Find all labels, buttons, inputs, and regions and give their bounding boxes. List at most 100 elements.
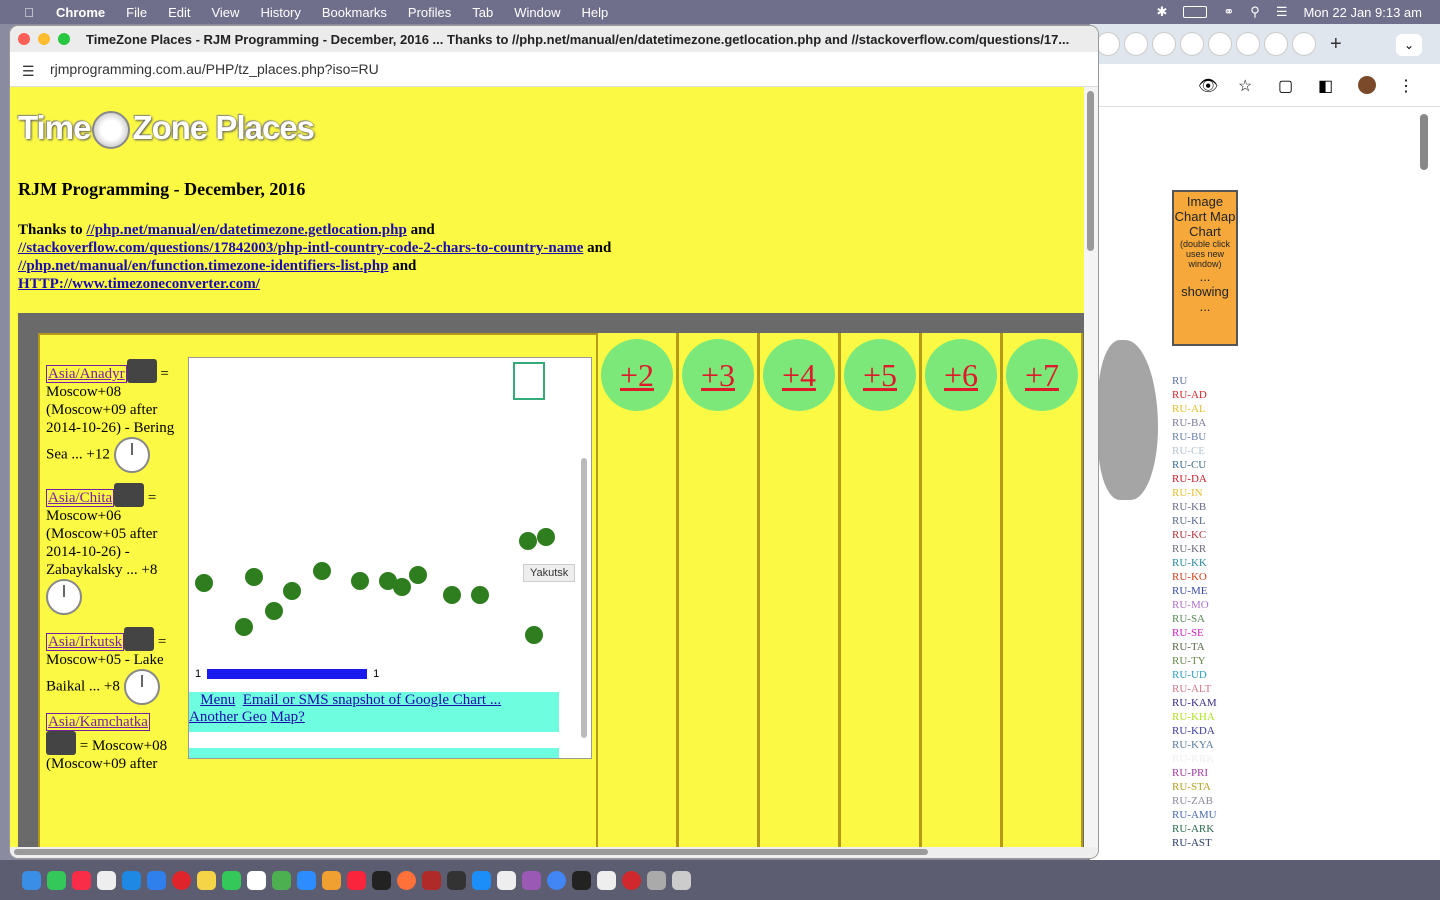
- music-icon[interactable]: [72, 870, 91, 890]
- iso-code-item[interactable]: RU-ALT: [1172, 682, 1217, 696]
- notes-icon[interactable]: [197, 870, 216, 890]
- place-link-kamchatka[interactable]: Asia/Kamchatka: [46, 713, 150, 731]
- map-marker[interactable]: [283, 582, 301, 600]
- clock-icon[interactable]: [46, 579, 82, 615]
- more-menu-icon[interactable]: ⋮: [1398, 76, 1416, 95]
- map-marker[interactable]: [265, 602, 283, 620]
- menu-app-chrome[interactable]: Chrome: [56, 5, 105, 20]
- iso-code-item[interactable]: RU-KR: [1172, 542, 1217, 556]
- tab-favicon-icon[interactable]: [1096, 32, 1120, 56]
- tab-favicon-icon[interactable]: [1292, 32, 1316, 56]
- close-icon[interactable]: [18, 33, 30, 45]
- facetime-icon[interactable]: [222, 870, 241, 890]
- iso-code-item[interactable]: RU-BU: [1172, 430, 1217, 444]
- tab-favicon-icon[interactable]: [1180, 32, 1204, 56]
- minimize-icon[interactable]: [38, 33, 50, 45]
- trash-icon[interactable]: [672, 870, 691, 890]
- iso-code-item[interactable]: RU-AL: [1172, 402, 1217, 416]
- site-info-icon[interactable]: ☰: [22, 63, 36, 79]
- safari-icon[interactable]: [122, 870, 141, 890]
- reminders-icon[interactable]: [97, 870, 116, 890]
- map-question-link[interactable]: Map?: [271, 709, 305, 725]
- maps-icon[interactable]: [272, 870, 291, 890]
- screen-mirror-icon[interactable]: ⚭: [1223, 4, 1234, 20]
- map-marker[interactable]: [195, 574, 213, 592]
- zoom-icon[interactable]: [58, 33, 70, 45]
- iso-code-item[interactable]: RU-KRK: [1172, 752, 1217, 766]
- iso-code-item[interactable]: RU-KK: [1172, 556, 1217, 570]
- mail-icon[interactable]: [147, 870, 166, 890]
- scrollbar-thumb[interactable]: [14, 849, 928, 855]
- menu-tab[interactable]: Tab: [472, 5, 493, 20]
- offset-button[interactable]: +3: [682, 339, 754, 411]
- extensions-icon[interactable]: ▢: [1278, 76, 1296, 95]
- finder-icon[interactable]: [22, 870, 41, 890]
- podcasts-icon[interactable]: [522, 870, 541, 890]
- tab-favicon-icon[interactable]: [1264, 32, 1288, 56]
- preview-icon[interactable]: [597, 870, 616, 890]
- menu-bookmarks[interactable]: Bookmarks: [322, 5, 387, 20]
- iso-code-item[interactable]: RU-TA: [1172, 640, 1217, 654]
- map-marker[interactable]: [351, 572, 369, 590]
- offset-button[interactable]: +7: [1006, 339, 1078, 411]
- email-sms-link[interactable]: Email or SMS snapshot of Google Chart ..…: [243, 692, 501, 708]
- iso-code-item[interactable]: RU-KB: [1172, 500, 1217, 514]
- calendar-icon[interactable]: [497, 870, 516, 890]
- map-marker[interactable]: [537, 528, 555, 546]
- iso-code-item[interactable]: RU-KAM: [1172, 696, 1217, 710]
- battery-icon[interactable]: [1183, 6, 1208, 18]
- console-icon[interactable]: [572, 870, 591, 890]
- news-icon[interactable]: [347, 870, 366, 890]
- menu-history[interactable]: History: [260, 5, 300, 20]
- place-link-chita[interactable]: Asia/Chita: [46, 489, 115, 507]
- address-bar[interactable]: ☰ rjmprogramming.com.au/PHP/tz_places.ph…: [10, 52, 1098, 87]
- map-marker[interactable]: [235, 618, 253, 636]
- firefox-icon[interactable]: [397, 870, 416, 890]
- clock-icon[interactable]: [113, 437, 150, 473]
- terminal-icon[interactable]: [372, 870, 391, 890]
- tab-favicon-icon[interactable]: [1124, 32, 1148, 56]
- star-icon[interactable]: ☆: [1238, 76, 1256, 95]
- iso-code-item[interactable]: RU-AMU: [1172, 808, 1217, 822]
- credit-link-php-timezone-list[interactable]: //php.net/manual/en/function.timezone-id…: [18, 258, 388, 274]
- iso-code-item[interactable]: RU-MO: [1172, 598, 1217, 612]
- map-marker[interactable]: [313, 562, 331, 580]
- menubar-clock[interactable]: Mon 22 Jan 9:13 am: [1303, 5, 1422, 20]
- avatar[interactable]: [1358, 76, 1376, 94]
- iso-code-item[interactable]: RU-TY: [1172, 654, 1217, 668]
- iso-code-item[interactable]: RU-SA: [1172, 612, 1217, 626]
- horizontal-scrollbar[interactable]: [10, 847, 1098, 858]
- photos-icon[interactable]: [322, 870, 341, 890]
- new-tab-icon[interactable]: +: [1330, 33, 1342, 56]
- menu-profiles[interactable]: Profiles: [408, 5, 451, 20]
- iso-code-item[interactable]: RU-KC: [1172, 528, 1217, 542]
- opera-icon[interactable]: [172, 870, 191, 890]
- offset-button[interactable]: +4: [763, 339, 835, 411]
- iso-code-item[interactable]: RU-AST: [1172, 836, 1217, 850]
- menu-help[interactable]: Help: [582, 5, 609, 20]
- scrollbar[interactable]: [581, 458, 587, 738]
- scrollbar[interactable]: [1420, 114, 1428, 170]
- vertical-scrollbar[interactable]: [1084, 87, 1098, 847]
- iso-code-item[interactable]: RU: [1172, 374, 1217, 388]
- offset-button[interactable]: +2: [601, 339, 673, 411]
- edit-notepad-icon[interactable]: [513, 362, 545, 400]
- scrollbar-thumb[interactable]: [1087, 91, 1094, 251]
- geo-chart-map[interactable]: Yakutsk 11 Menu Email or SMS snapshot of…: [188, 357, 592, 759]
- iso-code-item[interactable]: RU-IN: [1172, 486, 1217, 500]
- another-geo-link[interactable]: Another Geo: [189, 709, 267, 725]
- zoom-app-icon[interactable]: [297, 870, 316, 890]
- menu-view[interactable]: View: [211, 5, 239, 20]
- tab-favicon-icon[interactable]: [1236, 32, 1260, 56]
- menu-link[interactable]: Menu: [200, 692, 235, 708]
- appletv-icon[interactable]: [447, 870, 466, 890]
- textedit-icon[interactable]: [247, 870, 266, 890]
- iso-code-item[interactable]: RU-ZAB: [1172, 794, 1217, 808]
- filezilla-icon[interactable]: [422, 870, 441, 890]
- menu-file[interactable]: File: [126, 5, 147, 20]
- control-center-icon[interactable]: ☰: [1276, 4, 1288, 20]
- place-link-irkutsk[interactable]: Asia/Irkutsk: [46, 633, 125, 651]
- offset-button[interactable]: +6: [925, 339, 997, 411]
- map-marker[interactable]: [443, 586, 461, 604]
- camera-icon[interactable]: [114, 483, 145, 507]
